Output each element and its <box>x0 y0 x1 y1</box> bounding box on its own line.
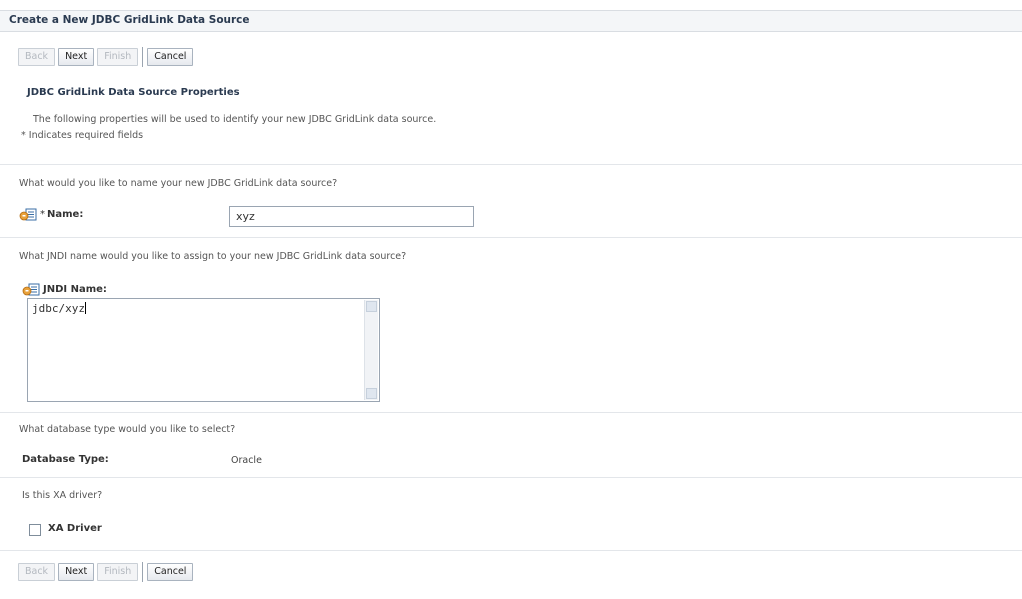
name-label-row: * Name: <box>19 207 83 222</box>
help-info-icon[interactable] <box>22 282 41 297</box>
jndi-label-row: JNDI Name: <box>22 282 107 297</box>
jndi-value: jdbc/xyz <box>32 302 85 315</box>
scroll-up-arrow-icon[interactable] <box>366 301 377 312</box>
bottom-button-bar: Back Next Finish Cancel <box>18 562 196 582</box>
back-button[interactable]: Back <box>18 563 56 581</box>
xa-driver-label[interactable]: XA Driver <box>48 523 102 534</box>
help-info-icon[interactable] <box>19 207 38 222</box>
cancel-button[interactable]: Cancel <box>147 563 194 581</box>
divider <box>0 237 1022 238</box>
finish-button[interactable]: Finish <box>97 48 139 66</box>
divider <box>0 477 1022 478</box>
section-title: JDBC GridLink Data Source Properties <box>27 87 240 98</box>
name-question: What would you like to name your new JDB… <box>19 178 338 189</box>
finish-button[interactable]: Finish <box>97 563 139 581</box>
divider <box>0 412 1022 413</box>
divider <box>0 550 1022 551</box>
jndi-scrollbar[interactable] <box>364 300 378 400</box>
divider <box>0 164 1022 165</box>
required-marker: * <box>40 209 45 220</box>
xa-driver-checkbox[interactable] <box>29 524 41 536</box>
jndi-question: What JNDI name would you like to assign … <box>19 251 407 262</box>
top-button-bar: Back Next Finish Cancel <box>18 47 196 67</box>
next-button[interactable]: Next <box>58 48 95 66</box>
text-caret <box>84 302 86 314</box>
database-type-label: Database Type: <box>22 454 109 465</box>
button-separator <box>142 562 144 582</box>
database-question: What database type would you like to sel… <box>19 424 236 435</box>
name-label: Name: <box>47 209 84 220</box>
page-title: Create a New JDBC GridLink Data Source <box>0 10 1022 32</box>
name-input[interactable]: xyz <box>229 206 474 227</box>
jndi-textarea[interactable]: jdbc/xyz <box>27 298 380 402</box>
next-button[interactable]: Next <box>58 563 95 581</box>
jndi-label: JNDI Name: <box>43 284 107 295</box>
cancel-button[interactable]: Cancel <box>147 48 194 66</box>
database-type-value: Oracle <box>231 455 262 466</box>
button-separator <box>142 47 144 67</box>
xa-question: Is this XA driver? <box>22 490 103 501</box>
section-description: The following properties will be used to… <box>33 114 437 125</box>
jndi-textarea-content[interactable]: jdbc/xyz <box>29 300 362 400</box>
required-fields-note: * Indicates required fields <box>21 130 144 141</box>
back-button[interactable]: Back <box>18 48 56 66</box>
scroll-down-arrow-icon[interactable] <box>366 388 377 399</box>
